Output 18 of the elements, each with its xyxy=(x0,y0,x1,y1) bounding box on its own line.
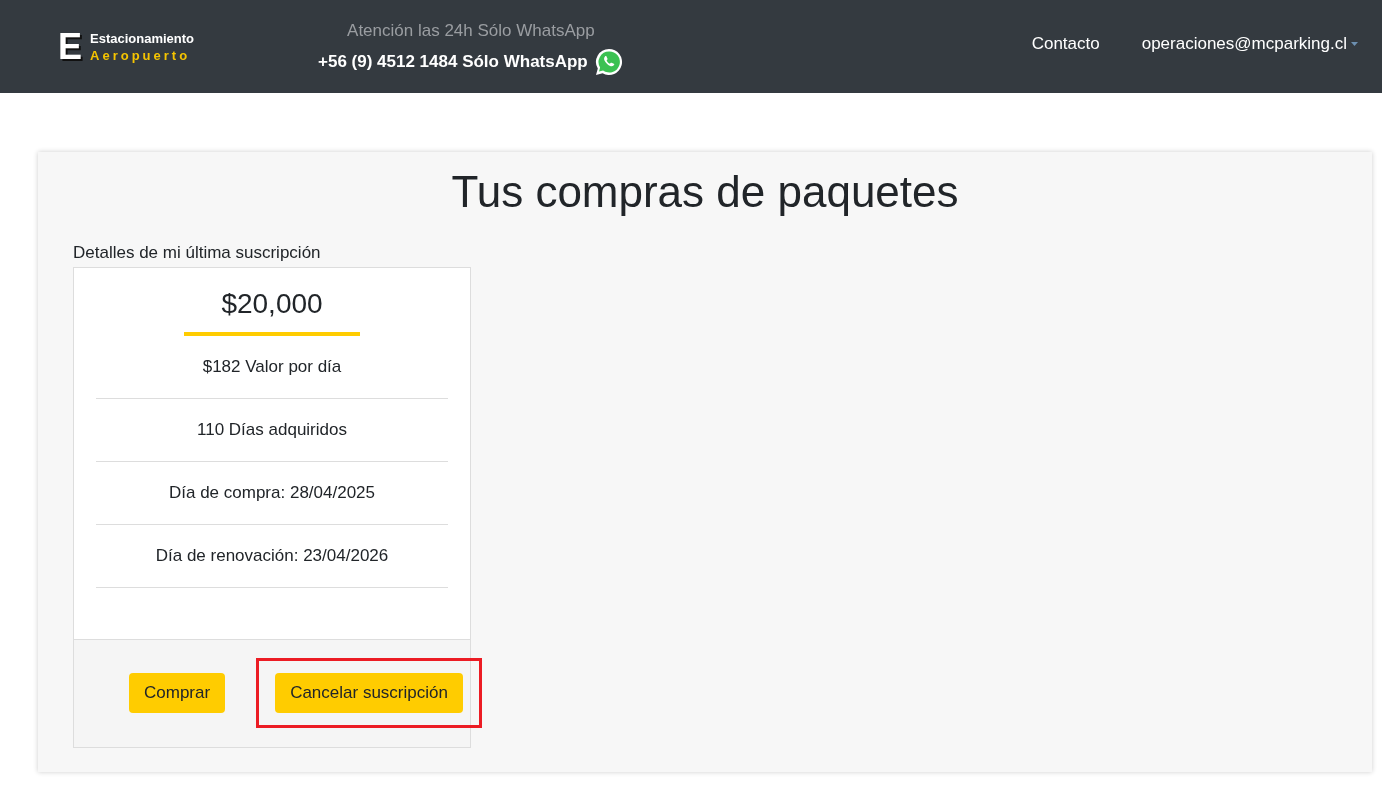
package-detail: Día de compra: 28/04/2025 xyxy=(96,461,448,525)
caret-icon xyxy=(1351,41,1358,46)
account-menu[interactable]: operaciones@mcparking.cl xyxy=(1141,33,1358,54)
section-label: Detalles de mi última suscripción xyxy=(73,242,322,263)
package-detail: 110 Días adquiridos xyxy=(96,398,448,462)
phone-number: +56 (9) 4512 1484 Sólo WhatsApp xyxy=(318,51,588,72)
package-price: $20,000 xyxy=(184,287,360,336)
logo-subtext: Aeropuerto xyxy=(90,47,192,63)
contact-link[interactable]: Contacto xyxy=(1031,33,1100,54)
package-detail: $182 Valor por día xyxy=(96,335,448,399)
hours-notice: Atención las 24h Sólo WhatsApp xyxy=(347,20,595,41)
logo-letter: E xyxy=(58,28,82,65)
buy-button[interactable]: Comprar xyxy=(129,673,226,714)
page-title: Tus compras de paquetes xyxy=(450,166,960,218)
chat-bubble-icon[interactable] xyxy=(593,46,624,77)
package-detail: Día de renovación: 23/04/2026 xyxy=(96,524,448,588)
cancel-subscription-button[interactable]: Cancelar suscripción xyxy=(275,673,463,714)
logo-text: Estacionamiento xyxy=(90,30,195,46)
